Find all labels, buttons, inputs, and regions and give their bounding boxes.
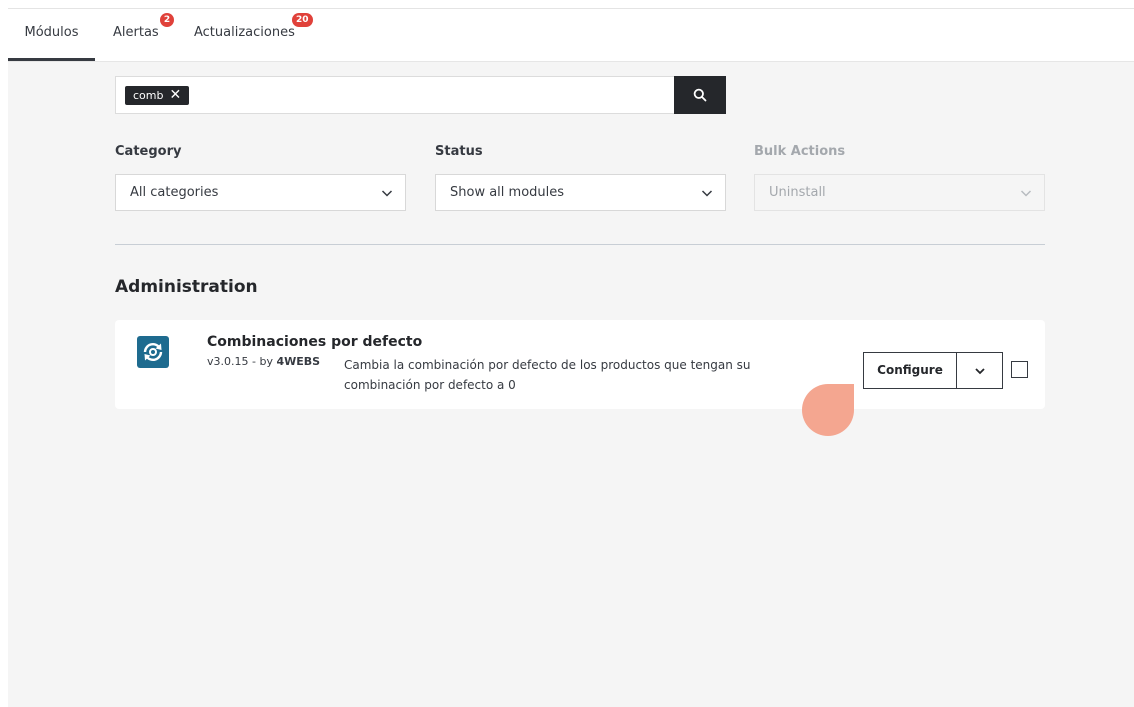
tab-alertas[interactable]: Alertas 2 — [113, 9, 174, 59]
tab-alertas-label: Alertas — [113, 25, 159, 40]
chevron-down-icon — [381, 190, 393, 197]
search-tag-chip: comb ✕ — [125, 86, 190, 105]
module-select-checkbox[interactable] — [1011, 361, 1028, 378]
chevron-down-icon — [1020, 190, 1032, 197]
module-name: Combinaciones por defecto — [207, 334, 423, 350]
bulk-actions-value: Uninstall — [769, 185, 826, 200]
divider — [115, 244, 1045, 245]
status-select-value: Show all modules — [450, 185, 565, 200]
search-button[interactable] — [674, 76, 726, 114]
close-icon[interactable]: ✕ — [169, 86, 181, 105]
refresh-icon — [143, 343, 163, 361]
module-card: Combinaciones por defecto v3.0.15 - by 4… — [115, 320, 1045, 409]
category-select-value: All categories — [130, 185, 219, 200]
touch-marker — [802, 384, 854, 436]
module-author: 4WEBS — [276, 355, 321, 368]
category-filter-label: Category — [115, 144, 182, 159]
actualizaciones-count-badge: 20 — [292, 13, 313, 27]
module-logo — [137, 336, 169, 368]
status-select[interactable]: Show all modules — [435, 174, 726, 211]
category-select[interactable]: All categories — [115, 174, 406, 211]
module-description: Cambia la combinación por defecto de los… — [344, 358, 751, 392]
actions-dropdown-button[interactable] — [957, 353, 1002, 388]
search-input[interactable]: comb ✕ — [115, 76, 726, 114]
search-tag-label: comb — [133, 89, 164, 102]
alertas-count-badge: 2 — [160, 13, 174, 27]
section-title: Administration — [115, 277, 258, 297]
status-filter-label: Status — [435, 144, 483, 159]
bulk-actions-label: Bulk Actions — [754, 144, 846, 159]
chevron-down-icon — [974, 367, 985, 374]
module-version-text: v3.0.15 - by — [207, 355, 277, 368]
tab-actualizaciones-label: Actualizaciones — [194, 25, 295, 40]
module-actions: Configure — [863, 352, 1003, 389]
tab-actualizaciones[interactable]: Actualizaciones 20 — [194, 9, 313, 59]
modules-page: Módulos Alertas 2 Actualizaciones 20 com… — [8, 8, 1134, 707]
chevron-down-icon — [701, 190, 713, 197]
module-version: v3.0.15 - by 4WEBS — [207, 355, 320, 368]
tab-modulos-label: Módulos — [24, 25, 79, 40]
bulk-actions-select: Uninstall — [754, 174, 1045, 211]
tab-bar: Módulos Alertas 2 Actualizaciones 20 — [8, 9, 1134, 62]
tab-modulos[interactable]: Módulos — [8, 9, 95, 61]
search-icon — [693, 88, 707, 102]
configure-button[interactable]: Configure — [864, 353, 957, 388]
